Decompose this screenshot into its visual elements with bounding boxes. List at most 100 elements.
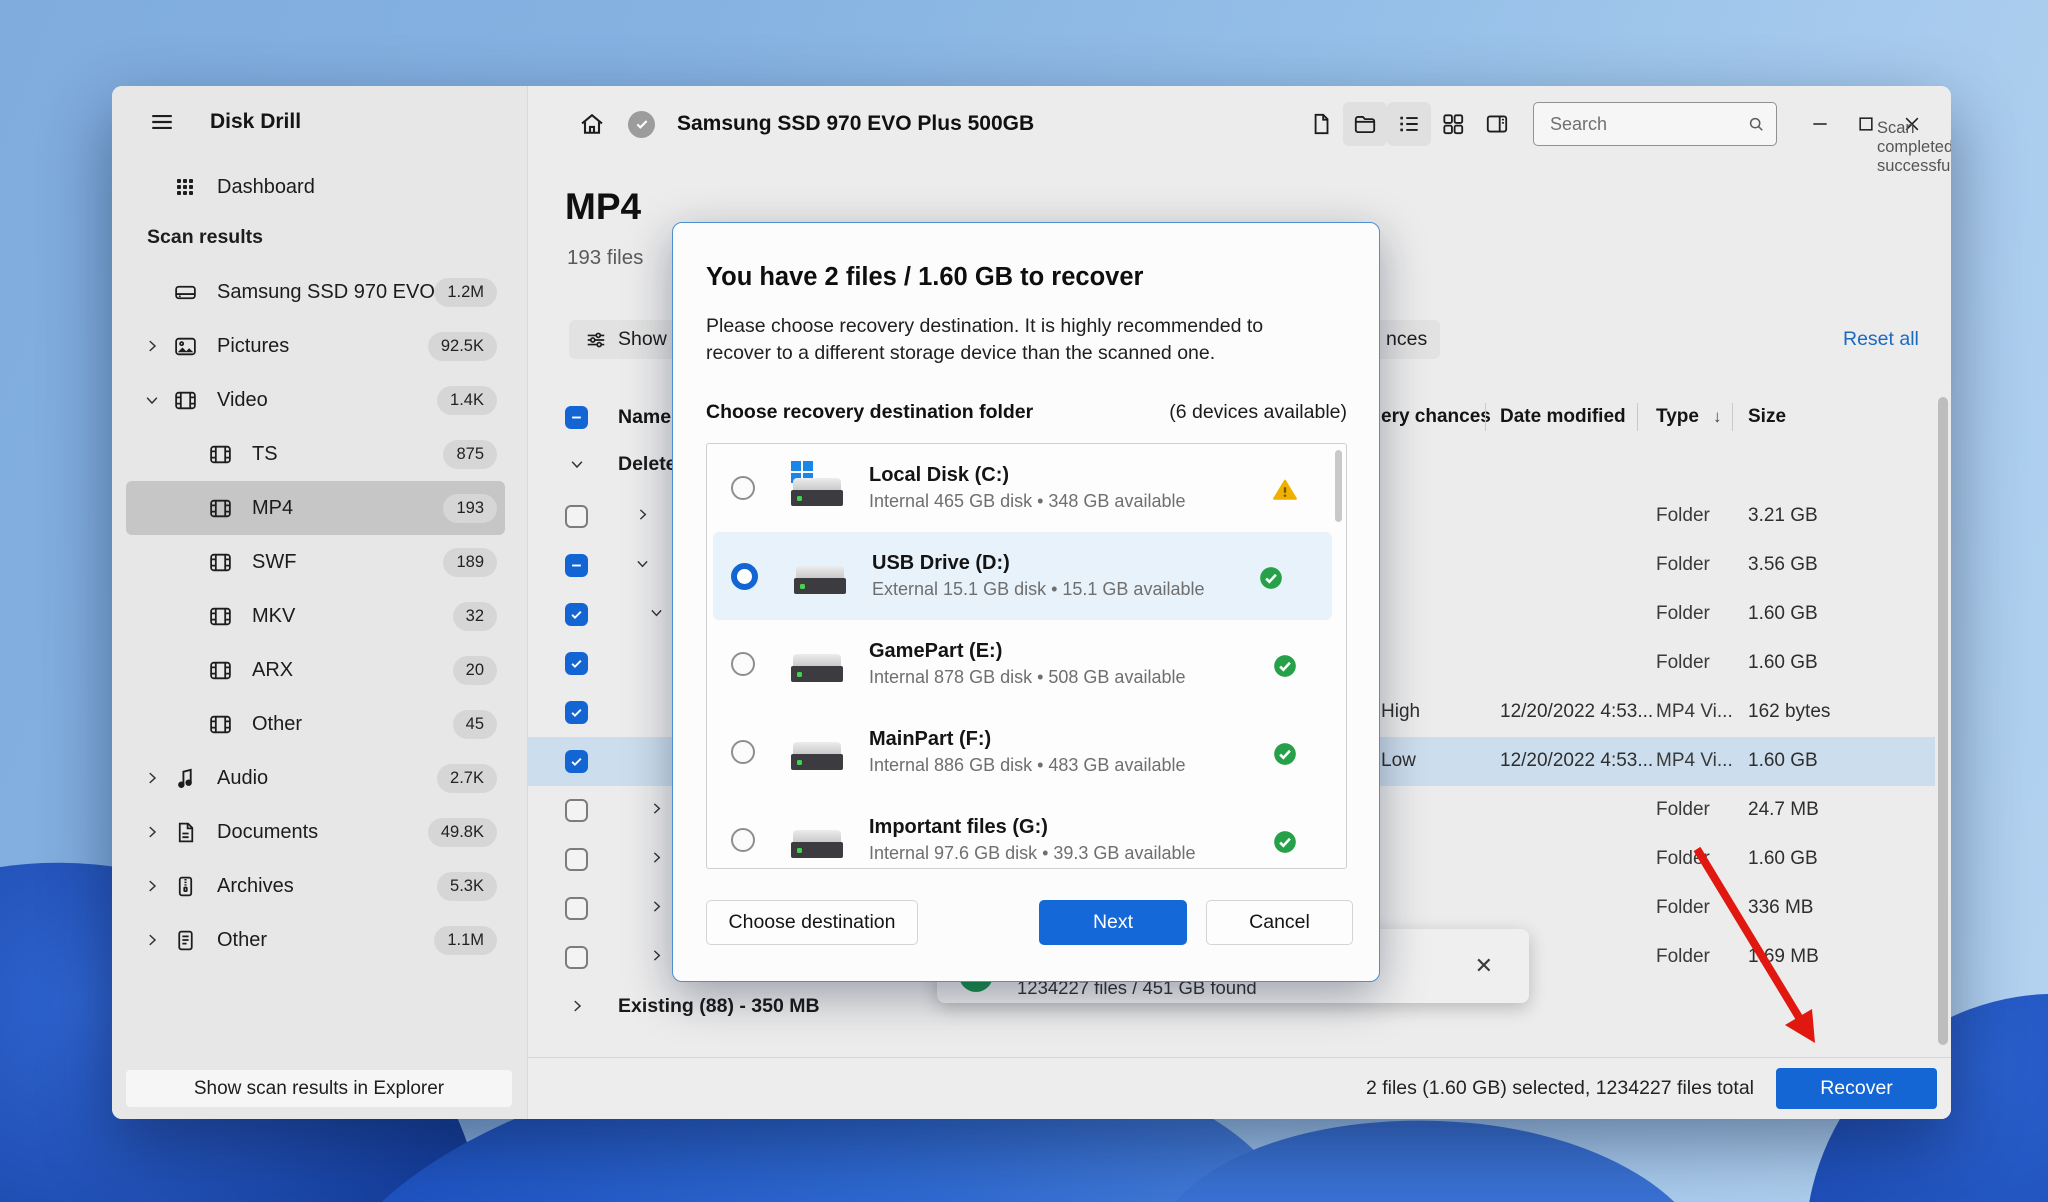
list-view-button[interactable] <box>1387 102 1431 146</box>
chevron-right-icon[interactable] <box>568 997 586 1015</box>
video-icon <box>208 712 234 737</box>
show-filters-button[interactable]: Show <box>569 320 683 359</box>
recover-button[interactable]: Recover <box>1776 1068 1937 1109</box>
search-input[interactable] <box>1548 113 1746 136</box>
chevron-right-icon[interactable] <box>143 931 165 949</box>
preview-panel-button[interactable] <box>1475 102 1519 146</box>
next-button[interactable]: Next <box>1039 900 1187 945</box>
sidebar-item-audio[interactable]: Audio 2.7K <box>126 751 505 805</box>
sidebar-item-pictures[interactable]: Pictures 92.5K <box>126 319 505 373</box>
search-box <box>1533 102 1777 146</box>
sidebar-item-ts[interactable]: TS 875 <box>126 427 505 481</box>
chevron-right-icon[interactable] <box>648 898 665 915</box>
row-checkbox[interactable] <box>565 799 588 822</box>
chevron-down-icon[interactable] <box>568 455 586 473</box>
sidebar-item-swf[interactable]: SWF 189 <box>126 535 505 589</box>
chevron-down-icon[interactable] <box>143 391 165 409</box>
ok-check-icon <box>1272 653 1298 679</box>
radio-unselected[interactable] <box>731 740 755 764</box>
sidebar-item-video[interactable]: Video 1.4K <box>126 373 505 427</box>
chevron-right-icon[interactable] <box>634 506 651 523</box>
home-button[interactable] <box>570 102 614 146</box>
sidebar-item-arx[interactable]: ARX 20 <box>126 643 505 697</box>
row-checkbox[interactable] <box>565 554 588 577</box>
count-badge: 189 <box>443 548 497 577</box>
sidebar-item-dashboard[interactable]: Dashboard <box>126 160 505 214</box>
chevron-right-icon[interactable] <box>648 947 665 964</box>
row-checkbox[interactable] <box>565 701 588 724</box>
chevron-right-icon[interactable] <box>143 337 165 355</box>
device-row-local-disk-c[interactable]: Local Disk (C:) Internal 465 GB disk • 3… <box>707 444 1346 532</box>
select-all-checkbox[interactable] <box>565 406 588 429</box>
chevron-right-icon[interactable] <box>648 849 665 866</box>
drive-icon <box>791 646 843 682</box>
scan-complete-icon <box>628 111 655 138</box>
chevron-right-icon[interactable] <box>143 769 165 787</box>
archive-icon <box>173 874 199 899</box>
window-header: Samsung SSD 970 EVO Plus 500GB Scan comp… <box>528 86 1951 162</box>
folder-view-button[interactable] <box>1343 102 1387 146</box>
device-row-mainpart-f[interactable]: MainPart (F:) Internal 886 GB disk • 483… <box>707 708 1346 796</box>
sidebar-item-label: Dashboard <box>217 176 505 199</box>
column-header-size[interactable]: Size <box>1748 406 1786 428</box>
table-scrollbar[interactable] <box>1938 397 1948 1045</box>
radio-unselected[interactable] <box>731 828 755 852</box>
sidebar-item-other[interactable]: Other 1.1M <box>126 913 505 967</box>
sidebar-item-mp4[interactable]: MP4 193 <box>126 481 505 535</box>
toast-close-icon[interactable]: ✕ <box>1475 953 1493 979</box>
radio-selected[interactable] <box>731 563 758 590</box>
choose-destination-button[interactable]: Choose destination <box>706 900 918 945</box>
device-row-important-files-g[interactable]: Important files (G:) Internal 97.6 GB di… <box>707 796 1346 869</box>
row-checkbox[interactable] <box>565 603 588 626</box>
device-row-usb-drive-d[interactable]: USB Drive (D:) External 15.1 GB disk • 1… <box>713 532 1332 620</box>
count-badge: 49.8K <box>428 818 497 847</box>
chevron-right-icon[interactable] <box>648 800 665 817</box>
minimize-button[interactable] <box>1797 102 1843 146</box>
column-header-recovery-chances[interactable]: ery chances <box>1381 406 1491 428</box>
reset-all-link[interactable]: Reset all <box>1843 328 1919 351</box>
sidebar-item-mkv[interactable]: MKV 32 <box>126 589 505 643</box>
count-badge: 1.2M <box>434 278 497 307</box>
recovery-chances-filter-chip[interactable]: nces <box>1380 320 1440 359</box>
cancel-button[interactable]: Cancel <box>1206 900 1353 945</box>
disk-icon <box>173 280 199 305</box>
row-checkbox[interactable] <box>565 848 588 871</box>
chevron-right-icon[interactable] <box>143 877 165 895</box>
column-header-date-modified[interactable]: Date modified <box>1500 406 1626 428</box>
sidebar-item-samsung-ssd[interactable]: Samsung SSD 970 EVO... 1.2M <box>126 265 505 319</box>
sidebar-item-archives[interactable]: Archives 5.3K <box>126 859 505 913</box>
grid-view-button[interactable] <box>1431 102 1475 146</box>
row-checkbox[interactable] <box>565 750 588 773</box>
device-name: USB Drive (D:) <box>872 552 1204 575</box>
sidebar-item-label: Other <box>252 713 453 736</box>
row-checkbox[interactable] <box>565 505 588 528</box>
radio-unselected[interactable] <box>731 652 755 676</box>
chevron-right-icon[interactable] <box>143 823 165 841</box>
hamburger-menu-icon[interactable] <box>142 102 182 142</box>
group-label: Existing (88) - 350 MB <box>618 995 820 1018</box>
chevron-down-icon[interactable] <box>648 604 665 621</box>
row-checkbox[interactable] <box>565 652 588 675</box>
show-in-explorer-button[interactable]: Show scan results in Explorer <box>126 1070 512 1107</box>
count-badge: 875 <box>443 440 497 469</box>
sidebar-item-video-other[interactable]: Other 45 <box>126 697 505 751</box>
video-icon <box>208 550 234 575</box>
chevron-down-icon[interactable] <box>634 555 651 572</box>
sidebar-item-documents[interactable]: Documents 49.8K <box>126 805 505 859</box>
file-view-button[interactable] <box>1299 102 1343 146</box>
row-checkbox[interactable] <box>565 946 588 969</box>
count-badge: 1.1M <box>434 926 497 955</box>
dialog-title: You have 2 files / 1.60 GB to recover <box>706 263 1143 292</box>
search-icon[interactable] <box>1746 114 1766 134</box>
column-header-type[interactable]: Type↓ <box>1656 406 1721 428</box>
video-icon <box>173 388 199 413</box>
count-badge: 45 <box>453 710 497 739</box>
radio-unselected[interactable] <box>731 476 755 500</box>
row-checkbox[interactable] <box>565 897 588 920</box>
device-list-scrollbar[interactable] <box>1335 450 1342 522</box>
device-name: Local Disk (C:) <box>869 464 1186 487</box>
device-row-gamepart-e[interactable]: GamePart (E:) Internal 878 GB disk • 508… <box>707 620 1346 708</box>
column-header-name[interactable]: Name <box>618 406 671 429</box>
device-details: Internal 465 GB disk • 348 GB available <box>869 491 1186 512</box>
sidebar-item-label: MP4 <box>252 497 443 520</box>
